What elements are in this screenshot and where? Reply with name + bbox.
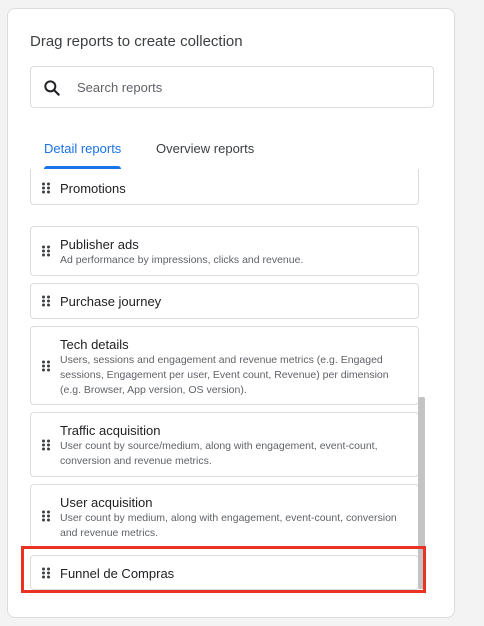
report-card-funnel-de-compras[interactable]: Funnel de Compras [30, 555, 419, 590]
report-description: User count by source/medium, along with … [60, 440, 378, 467]
report-title: User acquisition [60, 495, 153, 510]
drag-handle-icon[interactable] [41, 439, 51, 451]
report-card-publisher-ads[interactable]: Publisher ads Ad performance by impressi… [30, 226, 419, 276]
report-card-user-acquisition[interactable]: User acquisition User count by medium, a… [30, 484, 419, 548]
tab-label: Detail reports [44, 141, 122, 156]
report-title: Publisher ads [60, 237, 139, 252]
drag-handle-icon[interactable] [41, 182, 51, 194]
report-list[interactable]: Promotions Publisher ads Ad performance … [8, 169, 454, 609]
report-title: Tech details [60, 337, 129, 352]
drag-handle-icon[interactable] [41, 295, 51, 307]
drag-handle-icon[interactable] [41, 510, 51, 522]
drag-handle-icon[interactable] [41, 360, 51, 372]
search-box[interactable] [30, 66, 434, 108]
report-title: Purchase journey [60, 294, 162, 309]
tab-overview-reports[interactable]: Overview reports [142, 131, 268, 169]
report-tabs: Detail reports Overview reports [30, 131, 434, 169]
report-title: Promotions [60, 181, 126, 196]
search-icon [44, 80, 60, 96]
search-input[interactable] [77, 76, 417, 98]
report-card-tech-details[interactable]: Tech details Users, sessions and engagem… [30, 326, 419, 405]
report-title: Funnel de Compras [60, 566, 175, 581]
report-card-traffic-acquisition[interactable]: Traffic acquisition User count by source… [30, 412, 419, 477]
tab-label: Overview reports [156, 141, 255, 156]
drag-handle-icon[interactable] [41, 245, 51, 257]
report-card-purchase-journey[interactable]: Purchase journey [30, 283, 419, 319]
report-title: Traffic acquisition [60, 423, 161, 438]
list-scrollbar[interactable] [418, 397, 425, 589]
panel-heading: Drag reports to create collection [30, 33, 243, 50]
drag-handle-icon[interactable] [41, 567, 51, 579]
report-description: User count by medium, along with engagem… [60, 512, 397, 539]
report-card-promotions[interactable]: Promotions [30, 169, 419, 205]
report-description: Ad performance by impressions, clicks an… [60, 254, 304, 266]
tab-detail-reports[interactable]: Detail reports [30, 131, 135, 169]
report-description: Users, sessions and engagement and reven… [60, 354, 389, 396]
collection-panel: Drag reports to create collection Detail… [7, 8, 455, 618]
